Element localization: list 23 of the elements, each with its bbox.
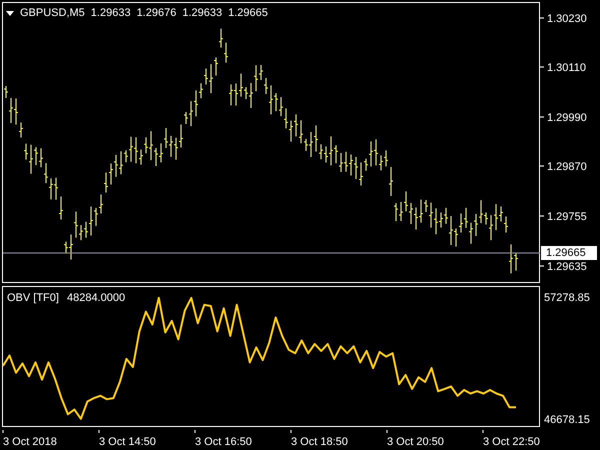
price-tick-label: 1.29990 (547, 112, 587, 124)
time-tick-label: 3 Oct 20:50 (387, 436, 444, 448)
current-price-label: 1.29665 (541, 246, 597, 260)
time-tick-label: 3 Oct 2018 (3, 436, 57, 448)
price-tick-label: 1.29635 (547, 261, 587, 273)
dropdown-icon[interactable] (6, 10, 14, 16)
ohlc-value: 1.29633 (182, 6, 222, 21)
ohlc-value: 1.29665 (228, 6, 268, 21)
indicator-reading: 48284.0000 (66, 291, 126, 306)
price-tick-label: 1.30110 (547, 62, 586, 74)
indicator-name: OBV [TF0] (7, 291, 59, 306)
time-tick-label: 3 Oct 16:50 (195, 436, 252, 448)
price-tick-label: 1.29870 (547, 161, 587, 173)
obv-tick-label: 57278.85 (544, 292, 590, 304)
time-tick-label: 3 Oct 22:50 (483, 436, 540, 448)
price-tick-label: 1.30230 (547, 13, 587, 25)
price-tick-label: 1.29755 (547, 211, 587, 223)
obv-tick-label: 46678.15 (544, 414, 590, 426)
ohlc-value: 1.29676 (136, 6, 176, 21)
time-tick-label: 3 Oct 18:50 (291, 436, 348, 448)
symbol-label: GBPUSD,M5 (20, 6, 85, 21)
ohlc-value: 1.29633 (90, 6, 131, 21)
time-tick-label: 3 Oct 14:50 (99, 436, 156, 448)
